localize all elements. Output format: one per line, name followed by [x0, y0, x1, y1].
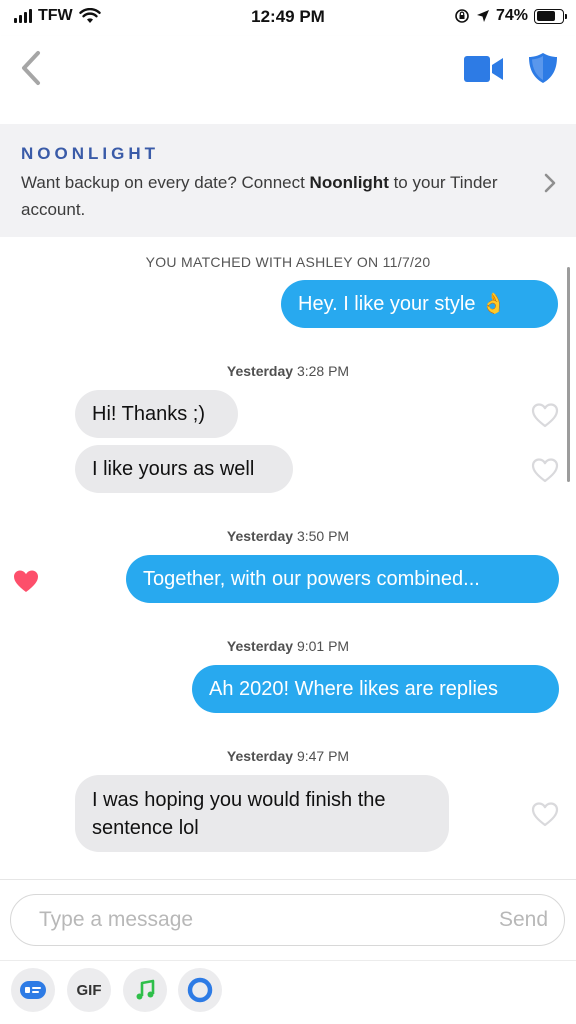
gif-icon: GIF: [76, 981, 102, 999]
composer: Send GIF: [0, 879, 576, 1024]
timestamp: Yesterday 9:01 PM: [0, 638, 576, 654]
timestamp: Yesterday 3:50 PM: [0, 528, 576, 544]
top-nav: [0, 36, 576, 124]
status-bar: TFW 12:49 PM 74%: [0, 0, 576, 36]
banner-text-start: Want backup on every date? Connect: [21, 173, 310, 192]
incoming-message[interactable]: Hi! Thanks ;): [75, 390, 238, 438]
outgoing-message[interactable]: Ah 2020! Where likes are replies: [192, 665, 559, 713]
timestamp: Yesterday 9:47 PM: [0, 748, 576, 764]
heart-outline-icon[interactable]: [531, 402, 559, 428]
outgoing-message[interactable]: Together, with our powers combined...: [126, 555, 559, 603]
incoming-message[interactable]: I was hoping you would finish the senten…: [75, 775, 449, 852]
noonlight-logo: NOONLIGHT: [21, 144, 159, 163]
orientation-lock-icon: [455, 9, 469, 23]
battery-icon: [534, 8, 567, 24]
noonlight-ring-icon: [187, 977, 213, 1003]
chevron-right-icon: [544, 173, 556, 193]
battery-percent: 74%: [495, 7, 528, 24]
safety-toolkit-button[interactable]: [528, 52, 558, 84]
noonlight-banner[interactable]: NOONLIGHT Want backup on every date? Con…: [0, 124, 576, 237]
message-input-box[interactable]: Send: [10, 894, 565, 946]
heart-outline-icon[interactable]: [531, 801, 559, 827]
message-text: Hi! Thanks ;): [92, 403, 205, 425]
video-call-button[interactable]: [464, 56, 504, 82]
message-input[interactable]: [39, 905, 459, 935]
banner-message: Want backup on every date? Connect Noonl…: [21, 169, 521, 223]
outgoing-message[interactable]: Hey. I like your style 👌: [281, 280, 558, 328]
sticker-button[interactable]: [11, 968, 55, 1012]
send-button[interactable]: Send: [499, 908, 548, 932]
location-arrow-icon: [476, 10, 489, 22]
timestamp-time: 3:50 PM: [296, 528, 350, 544]
timestamp-time: 9:47 PM: [296, 748, 350, 764]
chevron-left-icon: [22, 51, 40, 85]
timestamp-time: 9:01 PM: [296, 638, 350, 654]
timestamp-day: Yesterday: [226, 748, 294, 764]
message-text: I like yours as well: [92, 458, 255, 480]
timestamp-day: Yesterday: [226, 638, 294, 654]
heart-outline-icon[interactable]: [531, 457, 559, 483]
shield-icon: [529, 53, 557, 83]
noonlight-button[interactable]: [178, 968, 222, 1012]
message-text: Ah 2020! Where likes are replies: [209, 678, 499, 700]
match-date-label: YOU MATCHED WITH ASHLEY ON 11/7/20: [145, 254, 431, 270]
music-note-icon: [136, 979, 155, 1000]
sticker-card-icon: [20, 981, 46, 999]
video-camera-icon: [464, 56, 503, 82]
back-button[interactable]: [14, 48, 50, 88]
timestamp: Yesterday 3:28 PM: [0, 363, 576, 379]
composer-divider: [0, 960, 576, 961]
gif-button[interactable]: GIF: [67, 968, 111, 1012]
incoming-message[interactable]: I like yours as well: [75, 445, 293, 493]
message-text: I was hoping you would finish the senten…: [92, 788, 386, 839]
music-button[interactable]: [123, 968, 167, 1012]
message-text: Together, with our powers combined...: [143, 568, 480, 590]
status-right: 74%: [454, 7, 567, 25]
timestamp-day: Yesterday: [226, 363, 294, 379]
timestamp-time: 3:28 PM: [296, 363, 350, 379]
banner-text-brand: Noonlight: [309, 173, 389, 192]
message-text: Hey. I like your style 👌: [298, 293, 506, 315]
heart-filled-icon[interactable]: [12, 568, 40, 594]
timestamp-day: Yesterday: [226, 528, 294, 544]
chat-thread[interactable]: YOU MATCHED WITH ASHLEY ON 11/7/20 Hey. …: [0, 237, 576, 879]
